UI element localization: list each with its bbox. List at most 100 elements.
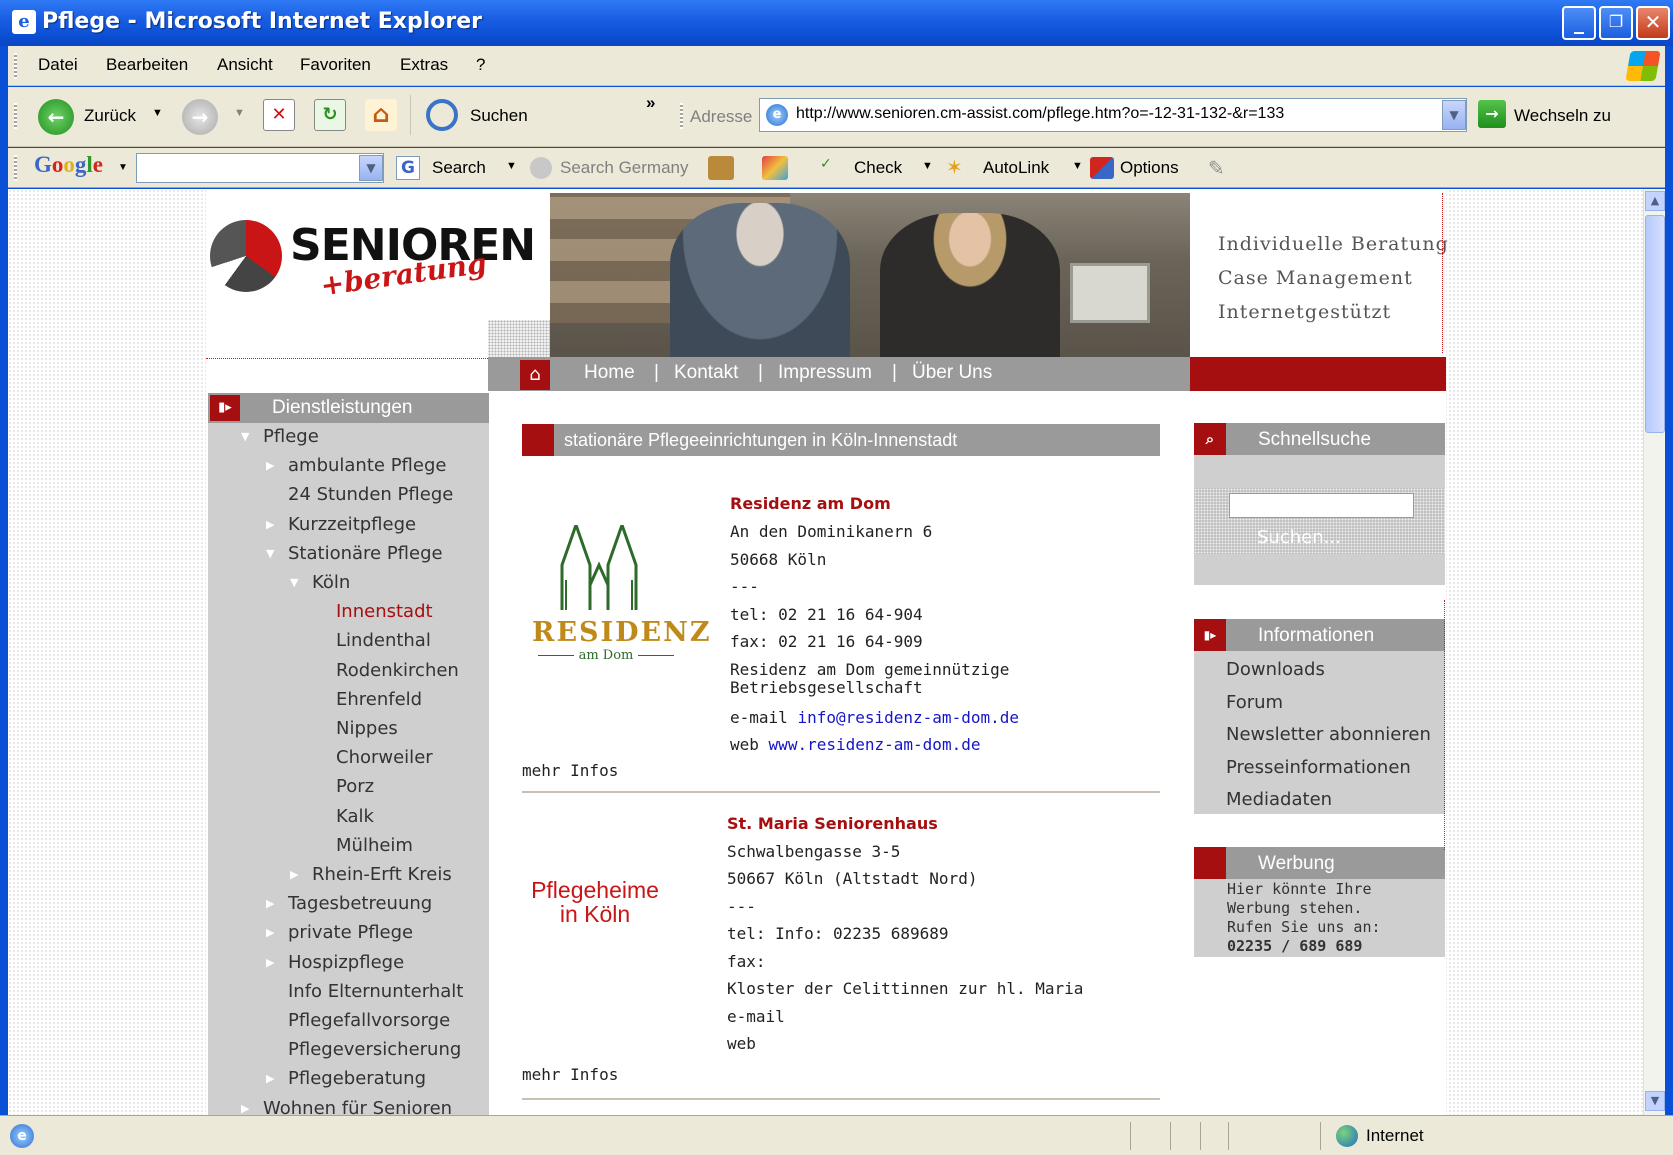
expanded-arrow-icon[interactable]: ▼: [266, 547, 274, 560]
google-logo[interactable]: Google: [34, 152, 103, 178]
autolink-dropdown-icon[interactable]: ▼: [1072, 160, 1083, 172]
popup-blocker-icon[interactable]: [762, 156, 788, 180]
entry-1-web-link[interactable]: www.residenz-am-dom.de: [769, 735, 981, 754]
sidebar-item-chorweiler[interactable]: Chorweiler: [336, 747, 433, 768]
go-button-label[interactable]: Wechseln zu: [1514, 106, 1611, 126]
sidebar-item-pflegeberatung[interactable]: Pflegeberatung: [288, 1068, 426, 1089]
sidebar-item-pflegefallvorsorge[interactable]: Pflegefallvorsorge: [288, 1010, 450, 1031]
check-button[interactable]: Check: [854, 158, 902, 178]
pagerank-icon[interactable]: [708, 156, 734, 180]
highlighter-icon[interactable]: ✎: [1208, 156, 1225, 180]
info-link-forum[interactable]: Forum: [1226, 692, 1283, 713]
sidebar-item-hospizpflege[interactable]: Hospizpflege: [288, 952, 404, 973]
search-dropdown-icon[interactable]: ▼: [506, 160, 517, 172]
google-input-dropdown-icon[interactable]: ▼: [359, 155, 383, 181]
info-link-newsletter[interactable]: Newsletter abonnieren: [1226, 724, 1431, 745]
toolbar-overflow-chevron[interactable]: »: [646, 93, 655, 113]
entry-1-name[interactable]: Residenz am Dom: [730, 494, 891, 513]
vertical-scrollbar[interactable]: ▲ ▼: [1643, 189, 1665, 1115]
expanded-arrow-icon[interactable]: ▼: [290, 576, 298, 589]
quicksearch-submit[interactable]: Suchen...: [1257, 527, 1341, 548]
google-search-icon[interactable]: G: [396, 156, 420, 180]
sidebar-item-lindenthal[interactable]: Lindenthal: [336, 630, 431, 651]
menu-ansicht[interactable]: Ansicht: [217, 55, 273, 75]
collapsed-arrow-icon[interactable]: ▶: [266, 897, 274, 910]
refresh-icon[interactable]: ↻: [314, 99, 346, 131]
quicksearch-input[interactable]: [1229, 493, 1414, 518]
autolink-button[interactable]: AutoLink: [983, 158, 1049, 178]
forward-dropdown-icon[interactable]: ▼: [234, 107, 245, 119]
spellcheck-icon[interactable]: ✓: [820, 156, 832, 172]
google-menu-dropdown-icon[interactable]: ▼: [118, 162, 128, 173]
sidebar-item-stationäre-pflege[interactable]: Stationäre Pflege: [288, 543, 443, 564]
options-button[interactable]: Options: [1120, 158, 1179, 178]
nav-ueber-uns[interactable]: Über Uns: [912, 362, 992, 384]
entry-1-more-link[interactable]: mehr Infos: [522, 761, 618, 780]
google-search-input[interactable]: ▼: [136, 153, 384, 183]
sidebar-item-info-elternunterhalt[interactable]: Info Elternunterhalt: [288, 981, 463, 1002]
info-link-presse[interactable]: Presseinformationen: [1226, 757, 1411, 778]
collapsed-arrow-icon[interactable]: ▶: [266, 459, 274, 472]
sidebar-item-private-pflege[interactable]: private Pflege: [288, 922, 413, 943]
sidebar-item-mülheim[interactable]: Mülheim: [336, 835, 413, 856]
scrollbar-thumb[interactable]: [1645, 215, 1665, 433]
minimize-button[interactable]: _: [1562, 6, 1596, 40]
address-bar[interactable]: e http://www.senioren.cm-assist.com/pfle…: [759, 98, 1467, 132]
sidebar-item-köln[interactable]: Köln: [312, 572, 350, 593]
go-arrow-icon[interactable]: →: [1478, 100, 1506, 128]
menu-extras[interactable]: Extras: [400, 55, 448, 75]
collapsed-arrow-icon[interactable]: ▶: [266, 926, 274, 939]
address-dropdown-icon[interactable]: ▼: [1442, 100, 1466, 130]
sidebar-item-ehrenfeld[interactable]: Ehrenfeld: [336, 689, 422, 710]
sidebar-item-24-stunden-pflege[interactable]: 24 Stunden Pflege: [288, 484, 453, 505]
nav-kontakt[interactable]: Kontakt: [674, 362, 738, 384]
entry-1-email-link[interactable]: info@residenz-am-dom.de: [797, 708, 1019, 727]
sidebar-item-innenstadt[interactable]: Innenstadt: [336, 601, 433, 622]
check-dropdown-icon[interactable]: ▼: [922, 160, 933, 172]
google-search-button[interactable]: Search: [432, 158, 486, 178]
scroll-down-icon[interactable]: ▼: [1645, 1091, 1665, 1111]
collapsed-arrow-icon[interactable]: ▶: [266, 518, 274, 531]
site-logo-swirl-icon[interactable]: [210, 220, 282, 292]
forward-arrow-icon[interactable]: →: [182, 99, 218, 135]
search-button-label[interactable]: Suchen: [470, 106, 528, 126]
search-germany-button[interactable]: Search Germany: [560, 158, 689, 178]
collapsed-arrow-icon[interactable]: ▶: [241, 1102, 249, 1115]
menu-help[interactable]: ?: [476, 55, 485, 75]
stop-icon[interactable]: ✕: [263, 99, 295, 131]
sidebar-item-pflegeversicherung[interactable]: Pflegeversicherung: [288, 1039, 461, 1060]
sidebar-item-rodenkirchen[interactable]: Rodenkirchen: [336, 660, 459, 681]
info-link-mediadaten[interactable]: Mediadaten: [1226, 789, 1332, 810]
close-button[interactable]: ✕: [1636, 6, 1670, 40]
entry-2-more-link[interactable]: mehr Infos: [522, 1065, 618, 1084]
sidebar-item-nippes[interactable]: Nippes: [336, 718, 398, 739]
back-dropdown-icon[interactable]: ▼: [152, 107, 163, 119]
home-icon[interactable]: ⌂: [365, 99, 397, 131]
back-button-label[interactable]: Zurück: [84, 106, 136, 126]
menu-bearbeiten[interactable]: Bearbeiten: [106, 55, 188, 75]
sidebar-item-tagesbetreuung[interactable]: Tagesbetreuung: [288, 893, 432, 914]
collapsed-arrow-icon[interactable]: ▶: [266, 1072, 274, 1085]
options-icon[interactable]: [1090, 157, 1114, 179]
menu-favoriten[interactable]: Favoriten: [300, 55, 371, 75]
info-link-downloads[interactable]: Downloads: [1226, 659, 1325, 680]
entry-2-name[interactable]: St. Maria Seniorenhaus: [727, 814, 938, 833]
menu-datei[interactable]: Datei: [38, 55, 78, 75]
expanded-arrow-icon[interactable]: ▼: [241, 430, 249, 443]
sidebar-item-kalk[interactable]: Kalk: [336, 806, 374, 827]
autolink-wand-icon[interactable]: ✶: [946, 155, 963, 179]
collapsed-arrow-icon[interactable]: ▶: [266, 956, 274, 969]
address-url[interactable]: http://www.senioren.cm-assist.com/pflege…: [796, 105, 1284, 123]
maximize-button[interactable]: ❐: [1599, 6, 1633, 40]
sidebar-item-kurzzeitpflege[interactable]: Kurzzeitpflege: [288, 514, 416, 535]
search-icon[interactable]: [426, 99, 458, 131]
sidebar-item-ambulante-pflege[interactable]: ambulante Pflege: [288, 455, 446, 476]
sidebar-item-pflege[interactable]: Pflege: [263, 426, 319, 447]
back-arrow-icon[interactable]: ←: [38, 99, 74, 135]
collapsed-arrow-icon[interactable]: ▶: [290, 868, 298, 881]
nav-home[interactable]: Home: [584, 362, 635, 384]
home-nav-icon[interactable]: ⌂: [520, 360, 550, 390]
sidebar-item-porz[interactable]: Porz: [336, 776, 374, 797]
scroll-up-icon[interactable]: ▲: [1645, 191, 1665, 211]
nav-impressum[interactable]: Impressum: [778, 362, 872, 384]
